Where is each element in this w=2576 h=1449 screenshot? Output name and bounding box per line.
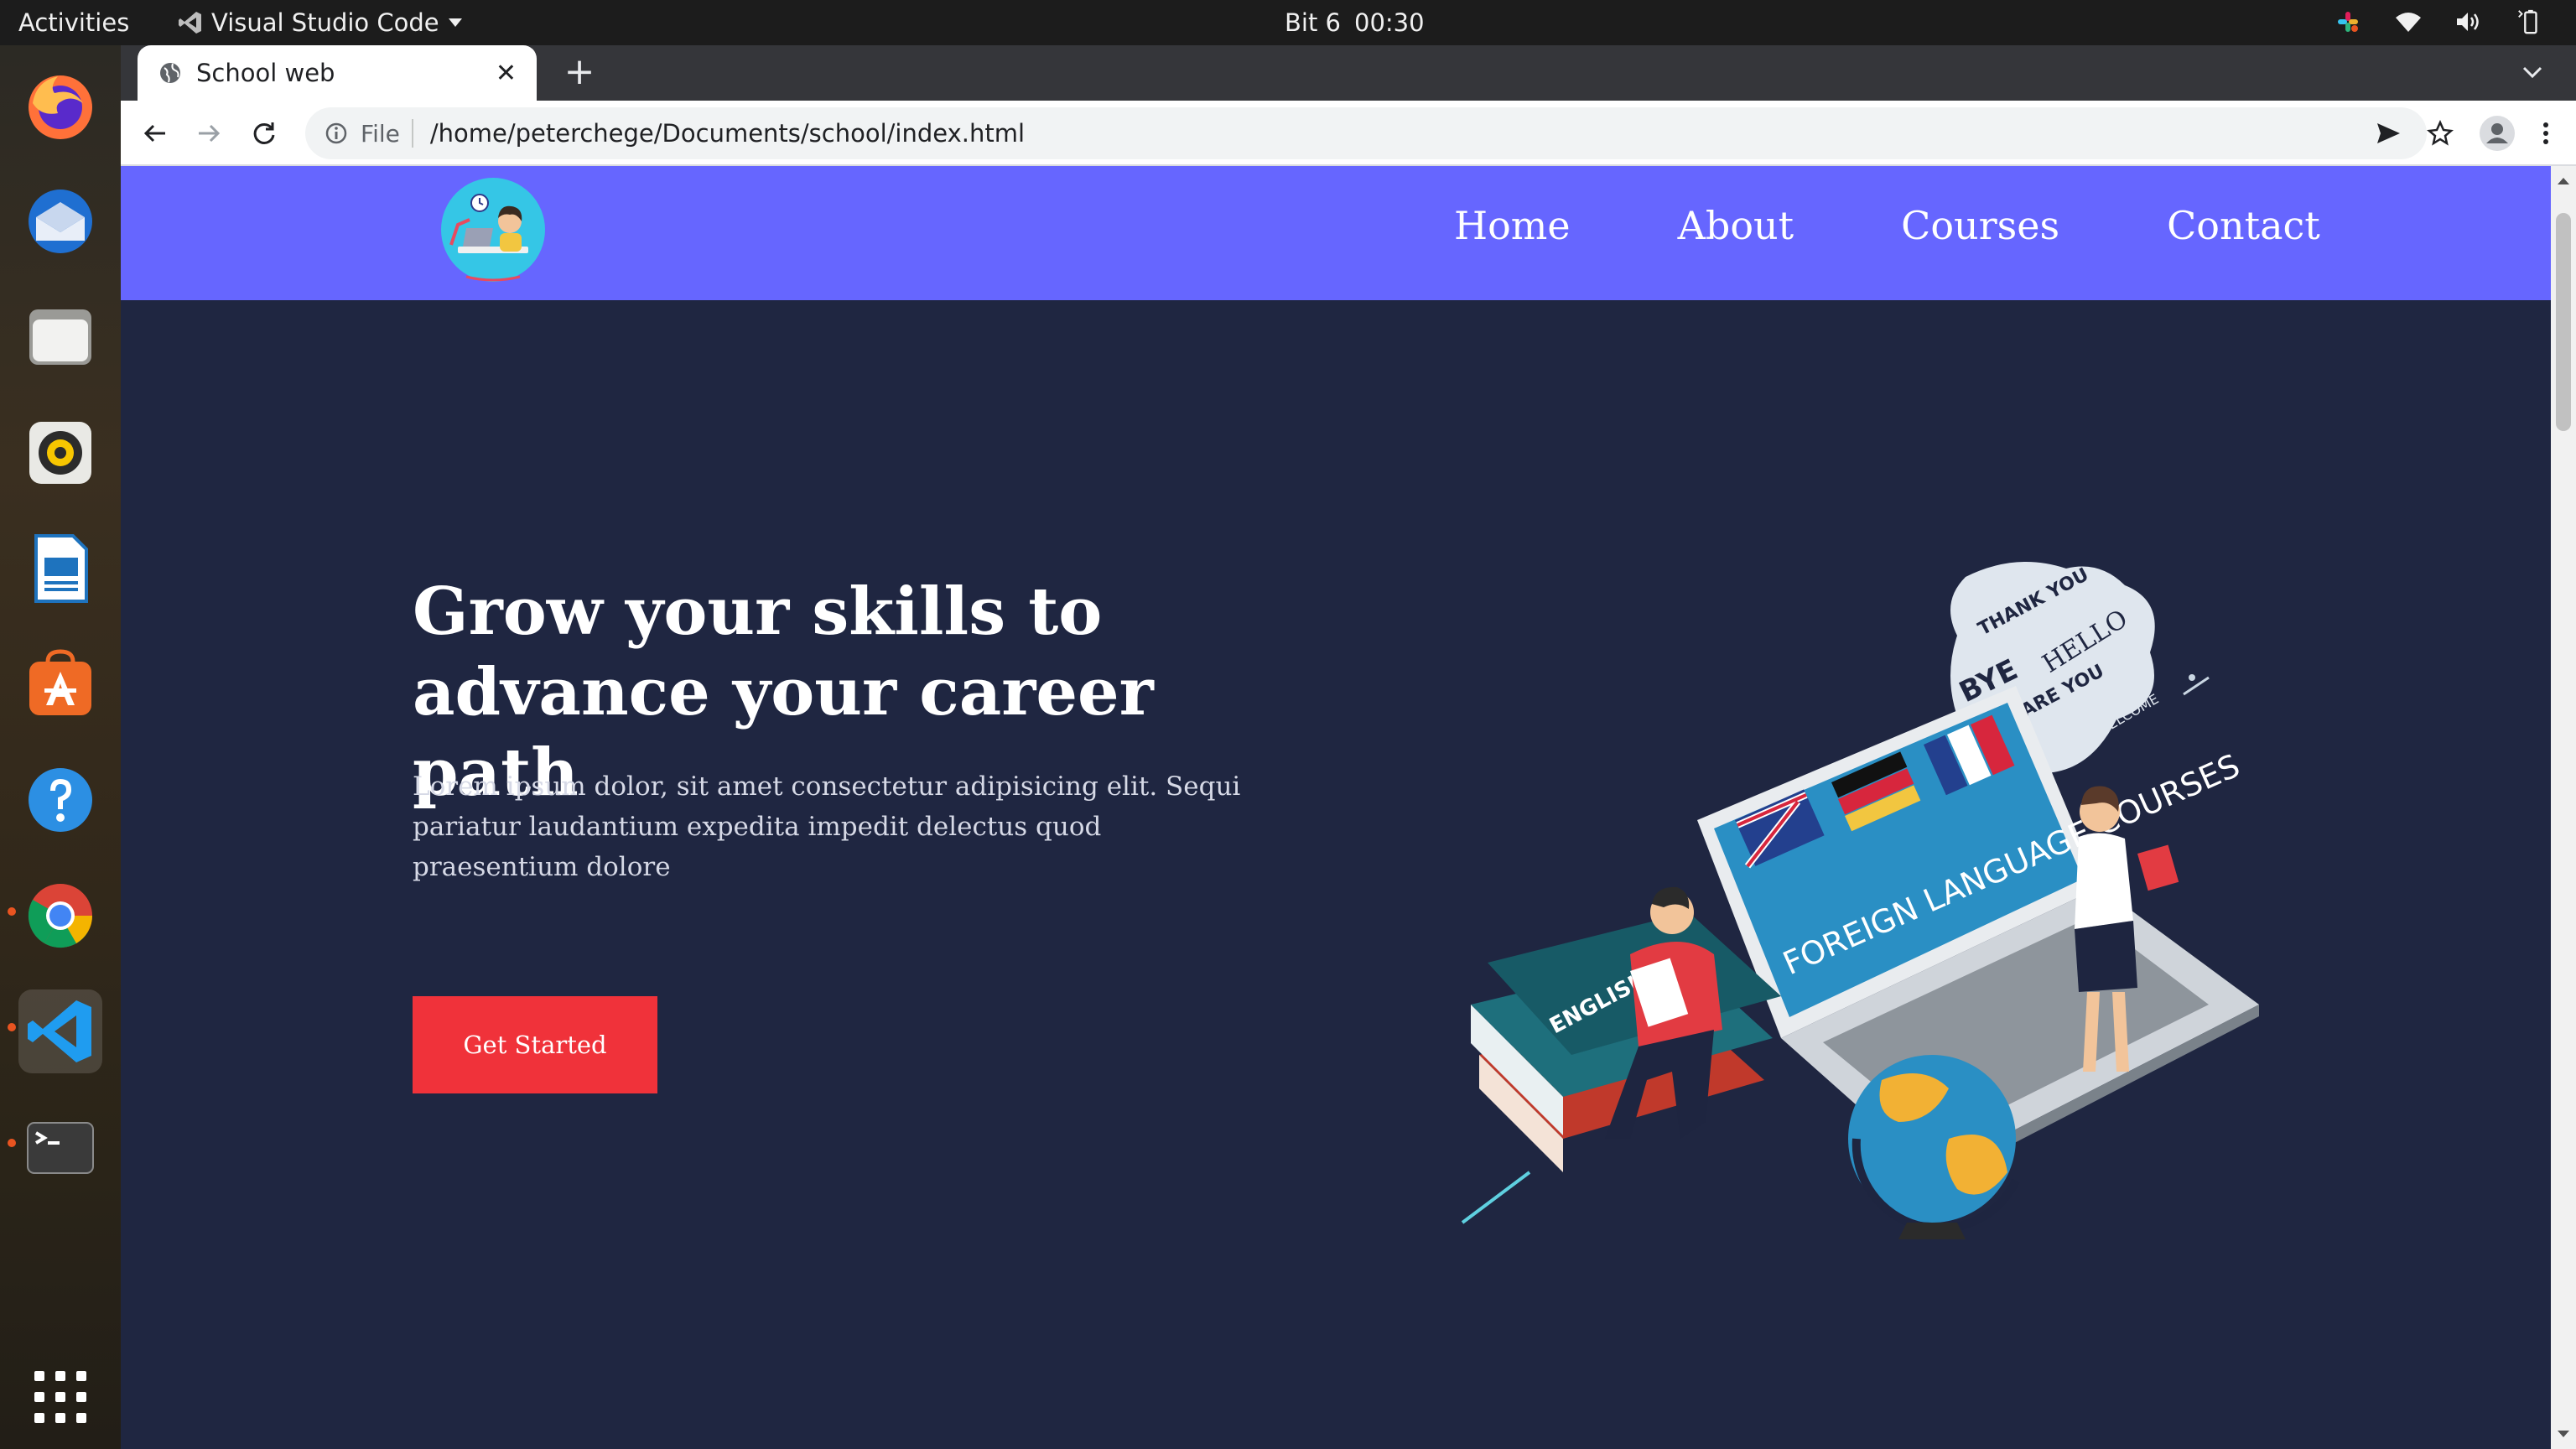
reload-button[interactable] [243,112,285,154]
app-name: Visual Studio Code [211,8,439,37]
ubuntu-software-icon [29,649,91,715]
dock-software[interactable] [18,642,102,726]
chevron-down-icon [448,18,462,27]
show-applications-button[interactable] [18,1355,102,1439]
dock-terminal[interactable] [18,1105,102,1189]
help-icon [29,768,92,832]
address-separator [411,119,413,148]
dock-help[interactable] [18,758,102,842]
kebab-menu-icon[interactable] [2541,120,2551,147]
vscode-icon [28,1000,91,1062]
nav-about-link[interactable]: About [1678,203,1794,248]
dock-thunderbird[interactable] [18,179,102,263]
files-icon [29,309,91,365]
scroll-up-arrow-icon[interactable] [2558,178,2569,184]
activities-button[interactable]: Activities [18,8,129,37]
libreoffice-writer-icon [34,534,88,603]
firefox-icon [29,75,92,139]
site-logo[interactable] [433,178,553,282]
browser-toolbar: File /home/peterchege/Documents/school/i… [121,101,2576,166]
language-courses-illustration: THANK YOU HELLO BYE HOW ARE YOU WELCOME … [1461,562,2259,1239]
arrow-right-icon [199,124,221,143]
slack-notification-icon[interactable] [2334,8,2361,35]
send-icon[interactable] [2375,120,2402,147]
nav-courses-link[interactable]: Courses [1901,203,2059,248]
clock-time: 00:30 [1354,8,1425,37]
tab-search-chevron-icon[interactable] [2519,59,2546,86]
nav-contact-link[interactable]: Contact [2167,203,2320,248]
dock-files[interactable] [18,295,102,379]
info-icon[interactable] [324,121,349,146]
battery-icon[interactable] [2516,8,2542,35]
close-tab-icon[interactable]: ✕ [496,59,517,88]
bookmark-star-icon[interactable] [2427,120,2454,147]
back-button[interactable] [134,112,176,154]
tab-title: School web [196,59,335,87]
address-scheme: File [361,119,400,148]
page-scrollbar[interactable] [2551,166,2576,1449]
dock-vscode[interactable] [18,989,102,1073]
scrollbar-thumb[interactable] [2556,213,2571,431]
browser-window: School web ✕ + File /home/peterchege/Doc… [121,45,2576,1449]
profile-avatar-icon[interactable] [2479,115,2516,152]
dock-chrome[interactable] [18,874,102,958]
rhythmbox-icon [29,422,91,484]
scroll-down-arrow-icon[interactable] [2558,1431,2569,1437]
forward-button[interactable] [188,112,230,154]
address-url[interactable]: /home/peterchege/Documents/school/index.… [430,119,1025,148]
vscode-icon [179,12,201,34]
app-menu[interactable]: Visual Studio Code [178,7,463,39]
globe-icon [160,63,180,83]
dock [0,45,121,1449]
address-bar[interactable]: File /home/peterchege/Documents/school/i… [305,107,2427,159]
system-top-bar: Activities Visual Studio Code Bit 6 00:3… [0,0,2576,45]
app-grid-icon [34,1371,86,1423]
hero-text: Lorem ipsum dolor, sit amet consectetur … [413,771,1241,882]
system-tray[interactable] [2334,8,2542,35]
dock-firefox[interactable] [18,64,102,148]
tab-school-web[interactable]: School web ✕ [138,45,537,101]
dock-writer[interactable] [18,527,102,610]
site-navbar: Home About Courses Contact [121,166,2551,300]
arrow-left-icon [143,124,165,143]
chrome-icon [28,884,93,948]
clock-day: Bit 6 [1285,8,1341,37]
clock[interactable]: Bit 6 00:30 [1285,8,1425,37]
new-tab-button[interactable]: + [560,54,599,92]
nav-links: Home About Courses Contact [1454,203,2320,248]
nav-home-link[interactable]: Home [1454,203,1571,248]
terminal-icon [27,1122,94,1174]
tab-strip: School web ✕ + [121,45,2576,101]
reload-icon [253,122,275,144]
thunderbird-icon [29,190,92,253]
dock-running-indicator [8,907,16,916]
volume-icon[interactable] [2455,8,2482,35]
get-started-button[interactable]: Get Started [413,996,657,1093]
web-page: Home About Courses Contact Grow your ski… [121,166,2551,1449]
wifi-icon[interactable] [2395,8,2422,35]
toolbar-actions [2375,112,2551,154]
dock-rhythmbox[interactable] [18,411,102,495]
dock-running-indicator [8,1023,16,1031]
dock-running-indicator [8,1139,16,1147]
